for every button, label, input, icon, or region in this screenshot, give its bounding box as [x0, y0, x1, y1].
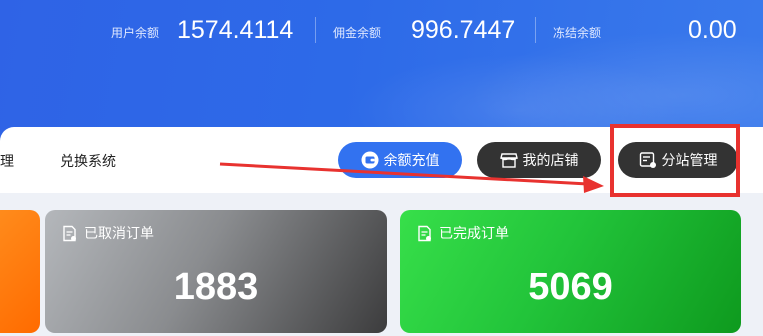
completed-orders-card[interactable]: 已完成订单 5069	[400, 210, 741, 333]
cancelled-orders-label: 已取消订单	[84, 226, 154, 242]
document-icon	[61, 225, 78, 242]
completed-orders-label: 已完成订单	[439, 226, 509, 242]
cancelled-orders-title: 已取消订单	[61, 223, 154, 243]
document-check-icon	[416, 225, 433, 242]
completed-orders-title: 已完成订单	[416, 223, 509, 243]
cancelled-orders-card[interactable]: 已取消订单 1883	[45, 210, 387, 333]
stat-card-partial	[0, 210, 40, 333]
completed-orders-count: 5069	[528, 266, 613, 308]
cancelled-orders-count: 1883	[173, 266, 259, 308]
